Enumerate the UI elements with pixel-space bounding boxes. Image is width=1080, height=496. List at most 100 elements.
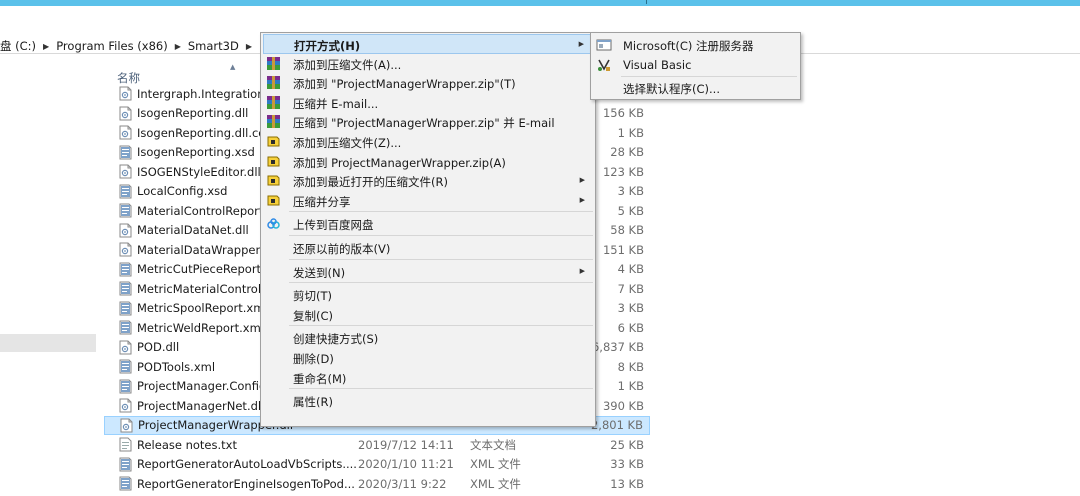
context-menu-label: 发送到(N) <box>293 265 346 280</box>
breadcrumb-item[interactable]: Smart3D <box>188 39 239 53</box>
sort-ascending-icon: ▲ <box>230 63 236 71</box>
open-with-label: 选择默认程序(C)... <box>623 82 720 96</box>
context-menu-label: 添加到压缩文件(Z)... <box>293 136 402 150</box>
dll-file-icon <box>118 164 133 179</box>
nav-pane-selected-item[interactable] <box>0 334 96 352</box>
file-row[interactable]: ReportGeneratorAutoLoadVbScripts.... 2020… <box>104 455 650 475</box>
file-size: 3 KB <box>617 301 644 316</box>
file-size: 28 KB <box>610 145 644 160</box>
file-size: 123 KB <box>602 164 644 179</box>
context-menu-item[interactable]: 发送到(N) ▶ <box>263 262 593 282</box>
context-menu-item[interactable]: 添加到最近打开的压缩文件(R) ▶ <box>263 171 593 191</box>
context-menu-item[interactable]: 添加到 "ProjectManagerWrapper.zip"(T) <box>263 73 593 93</box>
breadcrumb-separator-icon[interactable]: ▶ <box>246 42 252 51</box>
context-menu-item[interactable]: 压缩到 "ProjectManagerWrapper.zip" 并 E-mail <box>263 112 593 132</box>
file-type: XML 文件 <box>470 476 521 491</box>
winrar-icon <box>266 56 281 71</box>
menu-separator <box>289 235 593 236</box>
file-size: 25 KB <box>610 437 644 452</box>
dll-file-icon <box>118 223 133 238</box>
context-menu-item[interactable]: 添加到 ProjectManagerWrapper.zip(A) <box>263 152 593 172</box>
context-menu-label: 删除(D) <box>293 352 334 366</box>
xml-file-icon <box>118 476 133 491</box>
open-with-label: Microsoft(C) 注册服务器 <box>623 39 754 53</box>
xml-file-icon <box>118 320 133 335</box>
context-menu-item[interactable]: 压缩并 E-mail... <box>263 93 593 113</box>
open-with-item[interactable]: 选择默认程序(C)... <box>593 78 798 98</box>
file-size: 7 KB <box>617 281 644 296</box>
context-menu-item[interactable]: 创建快捷方式(S) <box>263 328 593 348</box>
menu-separator <box>289 325 593 327</box>
menu-separator <box>621 76 797 77</box>
file-row[interactable]: ReportGeneratorEngineIsogenToPod... 2020/… <box>104 474 650 494</box>
context-menu-item[interactable]: 复制(C) <box>263 305 593 325</box>
breadcrumb-item[interactable]: Program Files (x86) <box>56 39 167 53</box>
menu-separator <box>289 211 593 213</box>
context-menu-item[interactable]: 添加到压缩文件(Z)... <box>263 132 593 152</box>
context-menu-label: 剪切(T) <box>293 289 332 304</box>
file-date: 2020/3/11 9:22 <box>358 476 447 491</box>
baidu-cloud-icon <box>266 216 281 231</box>
open-with-label: Visual Basic <box>623 58 692 72</box>
xml-file-icon <box>118 281 133 296</box>
context-menu-label: 添加到最近打开的压缩文件(R) <box>293 175 448 190</box>
context-menu-item[interactable]: 重命名(M) <box>263 368 593 388</box>
breadcrumb-separator-icon[interactable]: ▶ <box>43 42 49 51</box>
text-file-icon <box>118 437 133 452</box>
dll-file-icon <box>118 340 133 355</box>
context-menu-label: 压缩到 "ProjectManagerWrapper.zip" 并 E-mail <box>293 116 555 131</box>
bandizip-icon <box>266 154 281 169</box>
file-date: 2020/1/10 11:21 <box>358 457 454 472</box>
open-with-item[interactable]: Microsoft(C) 注册服务器 <box>593 35 798 55</box>
context-menu-item[interactable]: 还原以前的版本(V) <box>263 238 593 258</box>
dll-file-icon <box>118 106 133 121</box>
context-menu-item[interactable]: 属性(R) <box>263 391 593 411</box>
file-type: 文本文档 <box>470 437 516 452</box>
menu-separator <box>289 258 593 260</box>
context-menu-item[interactable]: 压缩并分享 ▶ <box>263 191 593 211</box>
file-size: 3 KB <box>617 184 644 199</box>
context-menu-item[interactable]: 添加到压缩文件(A)... <box>263 54 593 74</box>
open-with-submenu: Microsoft(C) 注册服务器 Visual Basic 选择默认程序(C).… <box>590 32 801 100</box>
context-menu-item[interactable]: 剪切(T) <box>263 285 593 305</box>
context-menu-label: 上传到百度网盘 <box>293 218 374 233</box>
dll-file-icon <box>118 242 133 257</box>
xml-file-icon <box>118 457 133 472</box>
submenu-arrow-icon: ▶ <box>579 266 585 275</box>
context-menu-label: 还原以前的版本(V) <box>293 242 391 256</box>
context-menu-label: 复制(C) <box>293 308 334 323</box>
context-menu-item[interactable]: 上传到百度网盘 <box>263 214 593 234</box>
context-menu-label: 创建快捷方式(S) <box>293 332 379 347</box>
file-size: 2,801 KB <box>590 418 643 433</box>
file-row[interactable]: Release notes.txt 2019/7/12 14:11 文本文档 25 K… <box>104 435 650 455</box>
file-size: 5 KB <box>617 203 644 218</box>
context-menu: 打开方式(H) ▶ 添加到压缩文件(A)... 添加到 "ProjectManager… <box>260 32 596 427</box>
xml-file-icon <box>118 184 133 199</box>
dll-file-icon <box>118 125 133 140</box>
file-size: 6 KB <box>617 320 644 335</box>
submenu-arrow-icon: ▶ <box>579 195 585 204</box>
bandizip-icon <box>266 193 281 208</box>
regsvr-icon <box>596 37 612 53</box>
context-menu-label: 压缩并 E-mail... <box>293 96 379 111</box>
xml-file-icon <box>118 359 133 374</box>
open-with-item[interactable]: Visual Basic <box>593 55 798 75</box>
file-size: 13 KB <box>610 476 644 491</box>
breadcrumb-item[interactable]: 盘 (C:) <box>0 38 36 54</box>
xml-file-icon <box>118 379 133 394</box>
xml-file-icon <box>118 262 133 277</box>
breadcrumb-separator-icon[interactable]: ▶ <box>175 42 181 51</box>
context-menu-label: 重命名(M) <box>293 371 347 386</box>
dll-file-icon <box>118 398 133 413</box>
bandizip-icon <box>266 134 281 149</box>
file-date: 2019/7/12 14:11 <box>358 437 454 452</box>
file-name: Release notes.txt <box>137 437 237 452</box>
file-size: 1 KB <box>617 379 644 394</box>
dll-file-icon <box>118 86 133 101</box>
context-menu-item[interactable]: 打开方式(H) ▶ <box>263 34 593 54</box>
context-menu-label: 打开方式(H) <box>294 39 361 53</box>
file-size: 151 KB <box>602 242 644 257</box>
breadcrumb: 盘 (C:)▶Program Files (x86)▶Smart3D▶Dra <box>0 38 280 54</box>
context-menu-item[interactable]: 删除(D) <box>263 348 593 368</box>
context-menu-label: 添加到压缩文件(A)... <box>293 57 402 72</box>
